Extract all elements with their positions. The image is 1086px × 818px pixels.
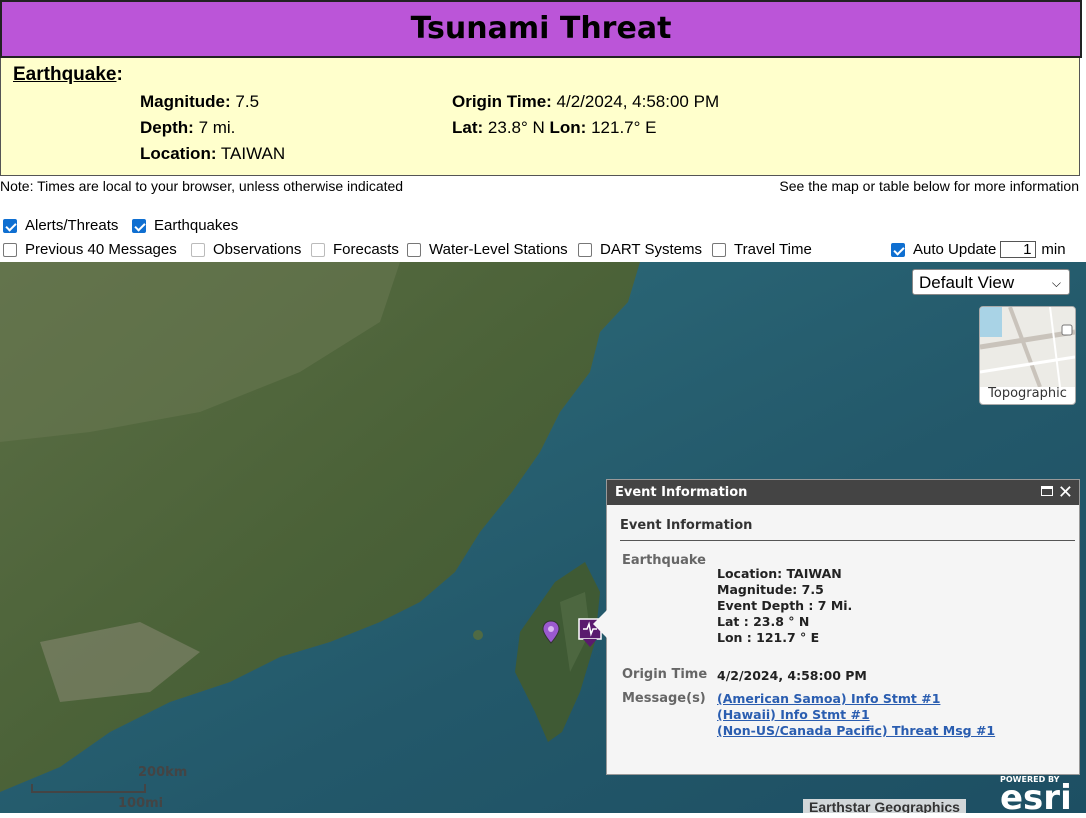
depth-field: Depth: 7 mi.	[140, 118, 236, 137]
popup-lat: Lat : 23.8 ° N	[717, 614, 810, 629]
earthquakes-toggle[interactable]: Earthquakes	[132, 217, 238, 234]
water-level-toggle[interactable]: Water-Level Stations	[407, 241, 568, 258]
popup-header: Event Information ✕	[607, 480, 1079, 505]
previous-messages-checkbox[interactable]	[3, 242, 17, 257]
earthquake-heading: Earthquake:	[13, 64, 123, 85]
water-level-checkbox[interactable]	[407, 242, 421, 257]
popup-origin-time: 4/2/2024, 4:58:00 PM	[717, 668, 867, 683]
forecasts-toggle[interactable]: Forecasts	[311, 241, 399, 258]
observations-checkbox[interactable]	[191, 242, 205, 257]
previous-messages-toggle[interactable]: Previous 40 Messages	[3, 241, 177, 258]
observations-toggle[interactable]: Observations	[191, 241, 301, 258]
maximize-icon[interactable]	[1041, 486, 1053, 496]
scale-bar	[31, 784, 146, 793]
page-title: Tsunami Threat	[0, 0, 1082, 58]
event-information-popup: Event Information ✕ Event Information Ea…	[593, 479, 1080, 775]
scale-mi-label: 100mi	[118, 796, 164, 811]
scale-km-label: 200km	[138, 765, 188, 780]
esri-logo: POWERED BY esri	[1000, 775, 1072, 818]
basemap-toggle[interactable]: Topographic	[979, 306, 1076, 405]
origin-time-key: Origin Time	[622, 667, 708, 682]
travel-time-checkbox[interactable]	[712, 242, 726, 257]
auto-update-toggle[interactable]: Auto Update 1 min	[891, 241, 1066, 258]
message-link[interactable]: (Non-US/Canada Pacific) Threat Msg #1	[717, 723, 995, 738]
default-view-select[interactable]: Default View ⌵	[912, 269, 1070, 295]
time-note: Note: Times are local to your browser, u…	[0, 178, 404, 194]
alerts-threats-toggle[interactable]: Alerts/Threats	[3, 217, 118, 234]
earthquake-summary: Earthquake: Magnitude: 7.5 Depth: 7 mi. …	[0, 58, 1080, 176]
location-pin-icon[interactable]	[542, 620, 560, 644]
lat-lon-field: Lat: 23.8° N Lon: 121.7° E	[452, 118, 657, 137]
chevron-down-icon: ⌵	[1051, 276, 1061, 290]
popup-lon: Lon : 121.7 ° E	[717, 630, 820, 645]
dart-checkbox[interactable]	[578, 242, 592, 257]
forecasts-checkbox[interactable]	[311, 242, 325, 257]
message-link[interactable]: (Hawaii) Info Stmt #1	[717, 707, 870, 722]
close-icon[interactable]: ✕	[1058, 480, 1073, 505]
popup-location: Location: TAIWAN	[717, 566, 842, 581]
basemap-label: Topographic	[988, 386, 1067, 401]
dart-toggle[interactable]: DART Systems	[578, 241, 702, 258]
earthquakes-checkbox[interactable]	[132, 218, 146, 233]
travel-time-toggle[interactable]: Travel Time	[712, 241, 812, 258]
popup-depth: Event Depth : 7 Mi.	[717, 598, 853, 613]
magnitude-field: Magnitude: 7.5	[140, 92, 260, 111]
popup-divider	[620, 540, 1075, 541]
map-attribution: Earthstar Geographics	[803, 799, 966, 813]
earthquake-key: Earthquake	[622, 553, 706, 568]
auto-update-minutes-input[interactable]: 1	[1000, 241, 1037, 258]
popup-subtitle: Event Information	[620, 518, 753, 533]
messages-key: Message(s)	[622, 691, 706, 706]
topographic-thumbnail-icon	[980, 307, 1075, 388]
message-link[interactable]: (American Samoa) Info Stmt #1	[717, 691, 940, 706]
origin-time-field: Origin Time: 4/2/2024, 4:58:00 PM	[452, 92, 720, 111]
popup-pointer	[593, 610, 607, 638]
alerts-threats-checkbox[interactable]	[3, 218, 17, 233]
location-field: Location: TAIWAN	[140, 144, 286, 163]
map-note: See the map or table below for more info…	[779, 178, 1079, 194]
popup-magnitude: Magnitude: 7.5	[717, 582, 824, 597]
auto-update-checkbox[interactable]	[891, 242, 905, 257]
